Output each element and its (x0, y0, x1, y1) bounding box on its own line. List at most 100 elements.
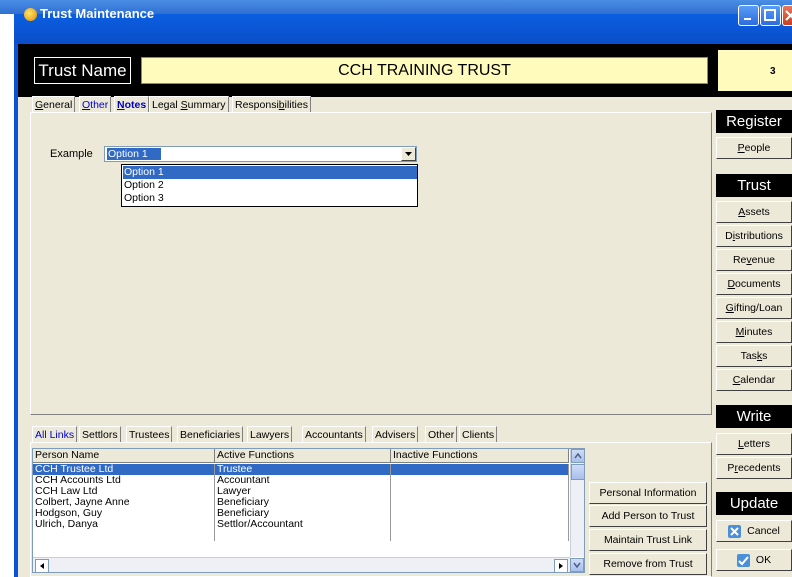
active-functions-cell: Beneficiary (215, 497, 391, 508)
tab-general[interactable]: General (32, 96, 76, 113)
tab-other[interactable]: Other (79, 96, 112, 113)
tab-settlors[interactable]: Settlors (79, 426, 121, 443)
chevron-right-icon (559, 563, 563, 569)
inactive-functions-cell (391, 497, 569, 508)
ok-label: OK (755, 554, 772, 566)
column-header[interactable]: Inactive Functions (391, 449, 569, 462)
example-select[interactable]: Option 1 (104, 146, 417, 162)
horizontal-scrollbar[interactable] (33, 557, 570, 572)
example-dropdown-list: Option 1 Option 2 Option 3 (121, 164, 418, 207)
chevron-down-icon (573, 562, 581, 569)
documents-button[interactable]: Documents (716, 273, 792, 295)
calendar-button[interactable]: Calendar (716, 369, 792, 391)
scroll-right-button[interactable] (554, 559, 568, 572)
active-functions-cell (215, 530, 391, 541)
table-row[interactable]: CCH Accounts Ltd Accountant (33, 475, 569, 486)
links-table: Person Name Active Functions Inactive Fu… (32, 448, 585, 573)
tab-lawyers[interactable]: Lawyers (247, 426, 293, 443)
revenue-button[interactable]: Revenue (716, 249, 792, 271)
chevron-left-icon (40, 563, 44, 569)
inactive-functions-cell (391, 519, 569, 530)
inactive-functions-cell (391, 464, 569, 475)
precedents-button[interactable]: Precedents (716, 457, 792, 479)
chevron-down-icon (405, 152, 412, 156)
tab-trustees[interactable]: Trustees (126, 426, 173, 443)
person-name-cell: CCH Law Ltd (33, 486, 215, 497)
active-functions-cell: Settlor/Accountant (215, 519, 391, 530)
column-header[interactable]: Active Functions (215, 449, 391, 462)
dropdown-option[interactable]: Option 2 (123, 179, 417, 192)
tab-responsibilities[interactable]: Responsibilities (232, 96, 311, 113)
example-label: Example (50, 148, 93, 160)
cancel-icon (728, 524, 742, 538)
tasks-button[interactable]: Tasks (716, 345, 792, 367)
tab-clients[interactable]: Clients (459, 426, 498, 443)
trust-count: 3 (770, 66, 776, 77)
trust-header: Trust (716, 174, 792, 197)
scroll-left-button[interactable] (35, 559, 49, 572)
close-icon (785, 10, 792, 21)
gifting-loan-button[interactable]: Gifting/Loan (716, 297, 792, 319)
register-header: Register (716, 110, 792, 133)
tab-accountants[interactable]: Accountants (302, 426, 366, 443)
tab-notes[interactable]: Notes (114, 96, 150, 113)
cancel-button[interactable]: Cancel (716, 520, 792, 542)
active-functions-cell: Accountant (215, 475, 391, 486)
table-row[interactable]: Colbert, Jayne Anne Beneficiary (33, 497, 569, 508)
person-name-cell: CCH Accounts Ltd (33, 475, 215, 486)
inactive-functions-cell (391, 530, 569, 541)
scroll-down-button[interactable] (570, 558, 584, 572)
table-row[interactable]: Ulrich, Danya Settlor/Accountant (33, 519, 569, 530)
add-person-to-trust-button[interactable]: Add Person to Trust (589, 505, 707, 527)
person-name-cell: Ulrich, Danya (33, 519, 215, 530)
maximize-icon (764, 9, 776, 21)
minimize-icon (744, 18, 751, 20)
letters-button[interactable]: Letters (716, 433, 792, 455)
person-name-cell: CCH Trustee Ltd (33, 464, 215, 475)
trust-name-label: Trust Name (34, 57, 131, 84)
table-row[interactable] (33, 530, 569, 541)
check-icon (736, 553, 750, 567)
write-header: Write (716, 405, 792, 428)
table-row[interactable]: Hodgson, Guy Beneficiary (33, 508, 569, 519)
person-name-cell: Hodgson, Guy (33, 508, 215, 519)
dropdown-arrow-button[interactable] (401, 147, 416, 161)
minutes-button[interactable]: Minutes (716, 321, 792, 343)
column-header[interactable]: Person Name (33, 449, 215, 462)
ok-button[interactable]: OK (716, 549, 792, 571)
tab-beneficiaries[interactable]: Beneficiaries (177, 426, 244, 443)
inactive-functions-cell (391, 475, 569, 486)
table-row[interactable]: CCH Trustee Ltd Trustee (33, 464, 569, 475)
active-functions-cell: Beneficiary (215, 508, 391, 519)
table-row[interactable]: CCH Law Ltd Lawyer (33, 486, 569, 497)
people-button[interactable]: People (716, 137, 792, 159)
personal-information-button[interactable]: Personal Information (589, 482, 707, 504)
dropdown-option[interactable]: Option 3 (123, 192, 417, 205)
assets-button[interactable]: Assets (716, 201, 792, 223)
maximize-button[interactable] (760, 5, 781, 26)
chevron-up-icon (574, 452, 582, 459)
tab-advisers[interactable]: Advisers (372, 426, 419, 443)
remove-from-trust-button[interactable]: Remove from Trust (589, 553, 707, 575)
active-functions-cell: Lawyer (215, 486, 391, 497)
close-button[interactable] (782, 5, 792, 26)
distributions-button[interactable]: Distributions (716, 225, 792, 247)
window-title: Trust Maintenance (40, 6, 155, 21)
dropdown-option[interactable]: Option 1 (123, 166, 417, 179)
minimize-button[interactable] (738, 5, 759, 26)
inactive-functions-cell (391, 486, 569, 497)
scroll-thumb[interactable] (571, 464, 584, 480)
vertical-scrollbar[interactable] (570, 449, 584, 557)
maintain-trust-link-button[interactable]: Maintain Trust Link (589, 529, 707, 551)
cancel-label: Cancel (747, 525, 780, 537)
tab-other-links[interactable]: Other (425, 426, 458, 443)
app-icon (24, 8, 37, 21)
tab-legal-summary[interactable]: Legal Summary (149, 96, 229, 113)
person-name-cell: Colbert, Jayne Anne (33, 497, 215, 508)
inactive-functions-cell (391, 508, 569, 519)
scroll-up-button[interactable] (571, 449, 584, 463)
tab-all-links[interactable]: All Links (32, 426, 78, 443)
active-functions-cell: Trustee (215, 464, 391, 475)
update-header: Update (716, 492, 792, 515)
table-header: Person Name Active Functions Inactive Fu… (33, 449, 569, 463)
